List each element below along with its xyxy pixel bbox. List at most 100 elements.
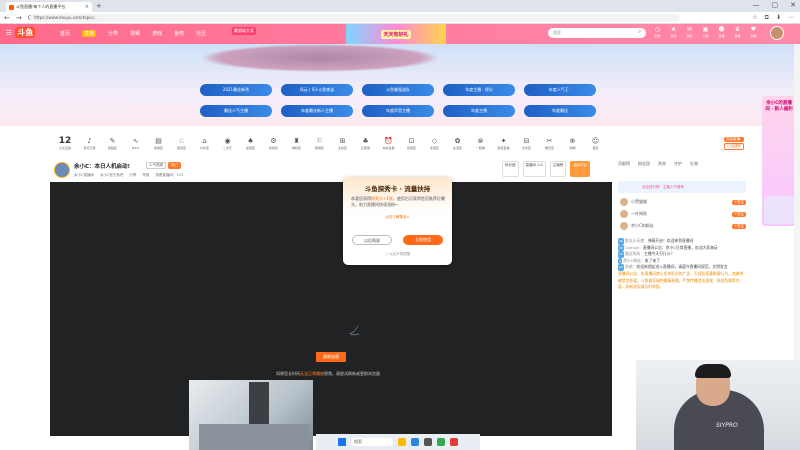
chrome-icon[interactable] bbox=[437, 438, 445, 446]
recharge-button[interactable]: ♥ 充值 bbox=[748, 25, 759, 38]
follow-button[interactable]: +关注 bbox=[732, 223, 746, 229]
user-avatar[interactable] bbox=[770, 26, 784, 40]
category-item[interactable]: ☺ 更多 bbox=[586, 136, 605, 150]
tab-vip[interactable]: 贵宾 bbox=[658, 161, 666, 167]
banner-tag[interactable]: 年度最佳新人主播 bbox=[281, 105, 353, 117]
event-center-box[interactable]: 活动中心 bbox=[570, 161, 591, 177]
back-icon[interactable]: ← bbox=[4, 14, 10, 22]
banner-tag[interactable]: 年度主播 · 得分 bbox=[443, 84, 515, 96]
rank-strip[interactable]: 全站排行榜 · 主播人气周榜 bbox=[618, 181, 746, 193]
category-item[interactable]: ⊡ 影视区 bbox=[402, 136, 421, 150]
nav-item[interactable]: 鱼吧 bbox=[174, 30, 184, 37]
banner-tag[interactable]: 年度主播 bbox=[443, 105, 515, 117]
category-item[interactable]: ♠ 桌游区 bbox=[241, 136, 260, 150]
nav-item[interactable]: 游戏 bbox=[152, 30, 162, 37]
download-icon[interactable]: ⬇ bbox=[776, 14, 781, 22]
category-item[interactable]: ⊕ 购物 bbox=[563, 136, 582, 150]
category-item[interactable]: ♘ 颜值区 bbox=[172, 136, 191, 150]
nav-item[interactable]: 社区 bbox=[196, 30, 206, 37]
banner-tag[interactable]: 2021最佳新秀 bbox=[200, 84, 272, 96]
follow-button[interactable]: +关注 bbox=[732, 211, 746, 217]
chat-username[interactable]: 系统： bbox=[625, 264, 636, 269]
nav-item[interactable]: 分类 bbox=[108, 30, 118, 37]
category-item[interactable]: ▤ 新物区 bbox=[149, 136, 168, 150]
header-promo-banner[interactable]: 天天有好礼 bbox=[346, 24, 446, 44]
room-tag[interactable]: 人气视频 bbox=[146, 162, 166, 169]
category-item[interactable]: ∿ Blink bbox=[126, 136, 145, 150]
maximize-button[interactable]: ▢ bbox=[772, 1, 779, 9]
chat-username[interactable]: 路过的风： bbox=[625, 251, 644, 256]
menu-icon[interactable]: ☰ bbox=[6, 29, 12, 37]
nav-item[interactable]: 视频 bbox=[130, 30, 140, 37]
streamer-avatar[interactable] bbox=[54, 162, 70, 178]
tab-gifts[interactable]: 礼物 bbox=[690, 161, 698, 167]
file-explorer-icon[interactable] bbox=[398, 438, 406, 446]
use-now-button[interactable]: 立即使用 bbox=[403, 235, 443, 245]
banner-tag[interactable]: 年度声音主播 bbox=[362, 105, 434, 117]
avatar[interactable] bbox=[620, 198, 628, 206]
noble-button[interactable]: ♛ 贵族 bbox=[732, 25, 743, 38]
tab-fans[interactable]: 粉丝团 bbox=[638, 161, 650, 167]
go-live-button[interactable]: 开启直播 bbox=[724, 136, 744, 142]
video-player[interactable] bbox=[50, 182, 612, 436]
side-ad-secondary[interactable] bbox=[764, 196, 794, 224]
windows-start-icon[interactable] bbox=[338, 438, 346, 446]
chat-username[interactable]: 余小C粉丝： bbox=[623, 258, 645, 263]
room-tag-hot[interactable]: 热门 bbox=[168, 162, 181, 169]
banner-tag[interactable]: 斗鱼最强战队 bbox=[362, 84, 434, 96]
nav-item-active[interactable]: 直播 bbox=[82, 30, 97, 37]
site-logo[interactable]: ☰ 斗鱼 bbox=[6, 27, 36, 38]
taskbar-search[interactable]: 搜索 bbox=[351, 438, 393, 446]
search-icon[interactable]: ⌕ bbox=[638, 28, 641, 36]
tab-close-icon[interactable]: × bbox=[85, 4, 89, 10]
category-item[interactable]: ⌂ 户外区 bbox=[195, 136, 214, 150]
follow-button[interactable]: +关注 bbox=[732, 199, 746, 205]
banner-tag[interactable]: 年度人气王 · bbox=[524, 84, 596, 96]
promo-badge[interactable]: 赢超级大奖 bbox=[232, 27, 256, 35]
banner-tag[interactable]: 风云 | 03-斗鱼夜谈 bbox=[281, 84, 353, 96]
report-link[interactable]: 举报 bbox=[142, 173, 149, 178]
category-item[interactable]: ⊞ 主机区 bbox=[333, 136, 352, 150]
search-input[interactable]: 搜索 bbox=[548, 28, 646, 38]
reload-player-button[interactable]: 重新加载 bbox=[316, 352, 346, 362]
bookmark-icon[interactable]: ☆ bbox=[752, 14, 757, 22]
category-item[interactable]: ⊗ 一起看 bbox=[471, 136, 490, 150]
room-info-item[interactable]: 余小C官方鱼吧 bbox=[100, 173, 123, 178]
share-link[interactable]: 分享 bbox=[129, 173, 136, 178]
category-item[interactable]: ◉ 二次元 bbox=[218, 136, 237, 150]
dont-remind-checkbox[interactable]: ○ 以后不再提醒 bbox=[343, 252, 452, 257]
message-button[interactable]: ✉ 消息 bbox=[684, 25, 695, 38]
category-item[interactable]: ⊟ 文化区 bbox=[517, 136, 536, 150]
category-item[interactable]: ♜ 单机区 bbox=[287, 136, 306, 150]
learn-more-link[interactable]: 点击了解更多> bbox=[343, 215, 452, 220]
avatar[interactable] bbox=[620, 210, 628, 218]
new-tab-button[interactable]: + bbox=[96, 2, 102, 10]
close-window-button[interactable]: ✕ bbox=[790, 1, 796, 9]
tab-contribution[interactable]: 贡献榜 bbox=[618, 161, 630, 167]
player-hint-link[interactable]: 无法正常播放 bbox=[300, 371, 324, 376]
category-item[interactable]: ✂ 娱乐区 bbox=[540, 136, 559, 150]
streamer-rank-box[interactable]: 主播榜 bbox=[549, 161, 567, 177]
chat-username[interactable]: Chenzy： bbox=[625, 245, 643, 250]
category-item[interactable]: ◇ 手游区 bbox=[425, 136, 444, 150]
edge-icon[interactable] bbox=[411, 438, 419, 446]
category-item[interactable]: ✎ 舞蹈区 bbox=[103, 136, 122, 150]
follow-button[interactable]: ★ 关注 bbox=[668, 25, 679, 38]
banner-tag[interactable]: 最佳人气主播 bbox=[200, 105, 272, 117]
forward-icon[interactable]: → bbox=[16, 14, 22, 22]
tabs-icon[interactable]: ⧉ bbox=[765, 14, 769, 22]
subscribe-button[interactable]: 订阅通知 bbox=[724, 142, 744, 150]
later-button[interactable]: 以后再说 bbox=[352, 235, 392, 245]
chat-username[interactable]: 鱼丸小天使： bbox=[625, 238, 648, 243]
go-live-button[interactable]: ☻ 开播 bbox=[716, 25, 727, 38]
category-item[interactable]: ✦ 颜值直播 bbox=[494, 136, 513, 150]
room-rank-box[interactable]: 直播间 1/4 bbox=[522, 161, 546, 177]
category-item[interactable]: ✿ 生活区 bbox=[448, 136, 467, 150]
category-item[interactable]: ⏰ 车友直播 bbox=[379, 136, 398, 150]
recorder-icon[interactable] bbox=[450, 438, 458, 446]
category-item[interactable]: ⚐ 网游区 bbox=[310, 136, 329, 150]
category-item[interactable]: ♪ 音乐王者 bbox=[80, 136, 99, 150]
avatar[interactable] bbox=[620, 222, 628, 230]
fan-club-box[interactable]: 粉丝团 bbox=[502, 161, 519, 177]
category-item[interactable]: ♣ 正能量 bbox=[356, 136, 375, 150]
